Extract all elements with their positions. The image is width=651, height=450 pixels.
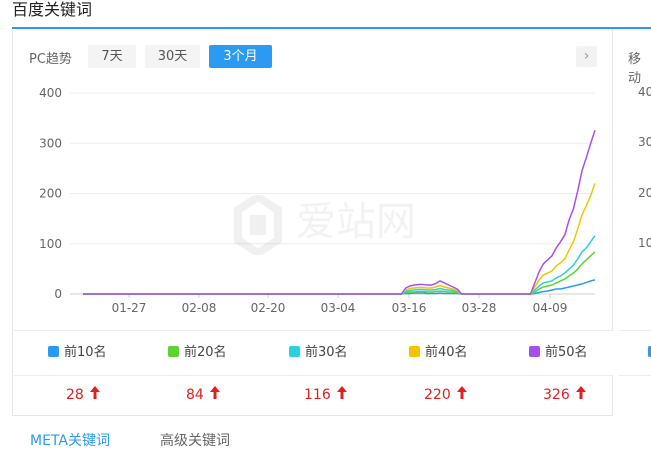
rank-count-value: 116 <box>304 375 347 415</box>
legend-row: 前10名 前20名 前30名 前40名 前50名 <box>14 330 613 376</box>
arrow-up-icon <box>575 375 586 415</box>
legend-swatch <box>168 346 179 357</box>
legend-swatch <box>409 346 420 357</box>
x-tick-label: 04-09 <box>533 301 568 315</box>
section-title: 百度关键词 <box>12 0 93 19</box>
legend-label: 前20名 <box>184 345 227 360</box>
mobile-trend-label: 移动 <box>628 52 642 86</box>
x-tick-label: 03-16 <box>392 301 427 315</box>
legend-item[interactable]: 前10名 <box>48 331 107 375</box>
rank-count-value: 220 <box>424 375 467 415</box>
rank-count-number: 326 <box>543 387 570 403</box>
footer-tabs: META关键词 高级关键词 <box>30 430 230 450</box>
x-tick-label: 02-08 <box>182 301 217 315</box>
watermark: 爱站网 <box>228 192 416 259</box>
rank-count-value: 84 <box>186 375 220 415</box>
values-row: 28 84 116 220 326 <box>14 375 613 415</box>
x-tick-label: 03-28 <box>462 301 497 315</box>
arrow-up-icon <box>336 375 347 415</box>
legend-item[interactable]: 前30名 <box>289 331 348 375</box>
mobile-y-tick: 10 <box>638 236 651 250</box>
legend-label: 前10名 <box>64 345 107 360</box>
y-tick-label: 0 <box>54 287 62 301</box>
legend-item[interactable]: 前20名 <box>168 331 227 375</box>
x-tick-label: 02-20 <box>251 301 286 315</box>
arrow-up-icon <box>89 375 100 415</box>
legend-label: 前30名 <box>305 345 348 360</box>
rank-count-number: 220 <box>424 387 451 403</box>
rank-count-number: 84 <box>186 387 204 403</box>
legend-label: 前40名 <box>425 345 468 360</box>
rank-count-value: 326 <box>543 375 586 415</box>
mobile-y-tick: 40 <box>638 85 651 99</box>
watermark-logo-icon <box>234 192 282 258</box>
arrow-up-icon <box>456 375 467 415</box>
x-tick-label: 03-04 <box>321 301 356 315</box>
title-underline <box>12 27 651 29</box>
mobile-y-tick: 20 <box>638 186 651 200</box>
legend-swatch <box>289 346 300 357</box>
y-tick-label: 300 <box>39 136 62 150</box>
watermark-text: 爱站网 <box>296 199 416 245</box>
legend-item[interactable]: 前40名 <box>409 331 468 375</box>
series-line-2 <box>83 251 596 295</box>
rank-count-number: 28 <box>66 387 84 403</box>
arrow-up-icon <box>209 375 220 415</box>
y-tick-label: 400 <box>39 86 62 100</box>
y-tick-label: 200 <box>39 187 62 201</box>
legend-swatch <box>529 346 540 357</box>
legend-label: 前50名 <box>545 345 588 360</box>
series-line-1 <box>83 279 596 295</box>
x-tick-label: 01-27 <box>112 301 147 315</box>
y-tick-label: 100 <box>39 237 62 251</box>
mobile-trend-panel: 移动 40 30 20 10 <box>613 30 651 416</box>
mobile-y-tick: 30 <box>638 135 651 149</box>
rank-count-value: 28 <box>66 375 100 415</box>
legend-swatch <box>48 346 59 357</box>
pc-trend-panel: PC趋势 7天 30天 3个月 › 0 100 200 300 400 01-27 02-0… <box>12 30 613 416</box>
mobile-legend-row <box>619 330 651 376</box>
rank-count-number: 116 <box>304 387 331 403</box>
tab-meta-keywords[interactable]: META关键词 <box>30 433 110 449</box>
tab-advanced-keywords[interactable]: 高级关键词 <box>160 430 230 450</box>
legend-item[interactable]: 前50名 <box>529 331 588 375</box>
